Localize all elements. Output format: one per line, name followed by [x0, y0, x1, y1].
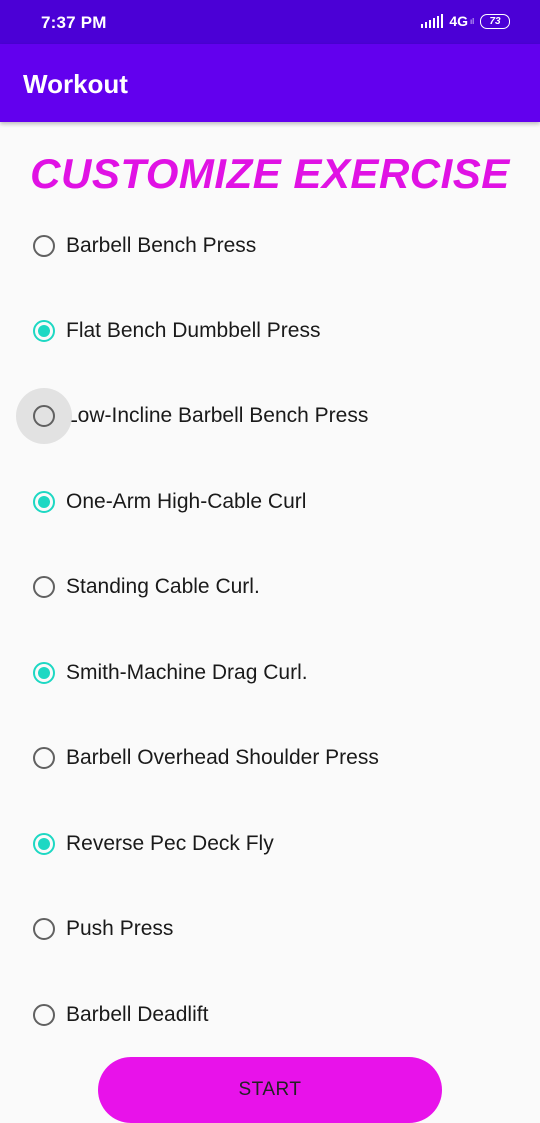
page-heading: CUSTOMIZE EXERCISE — [30, 150, 510, 197]
radio-ripple — [16, 816, 72, 872]
radio-ripple — [16, 987, 72, 1043]
radio-button-icon[interactable] — [33, 576, 55, 598]
exercise-option[interactable]: Standing Cable Curl. — [16, 559, 516, 615]
radio-button-icon[interactable] — [33, 405, 55, 427]
signal-bars-icon — [421, 14, 444, 28]
exercise-option-label: Barbell Deadlift — [66, 1003, 209, 1026]
radio-ripple — [16, 730, 72, 786]
exercise-option[interactable]: Barbell Deadlift — [16, 987, 516, 1043]
radio-ripple — [16, 218, 72, 274]
exercise-option-label: Low-Incline Barbell Bench Press — [66, 404, 369, 427]
radio-button-icon[interactable] — [33, 1004, 55, 1026]
radio-ripple — [16, 303, 72, 359]
network-activity-indicator: ıl — [470, 16, 474, 26]
exercise-option-label: Flat Bench Dumbbell Press — [66, 319, 321, 342]
exercise-option[interactable]: Flat Bench Dumbbell Press — [16, 303, 516, 359]
exercise-option[interactable]: Low-Incline Barbell Bench Press — [16, 388, 516, 444]
radio-ripple — [16, 559, 72, 615]
radio-button-icon[interactable] — [33, 662, 55, 684]
status-indicators: 4G ıl 73 — [421, 13, 510, 29]
network-type-label: 4G — [449, 13, 468, 29]
app-title: Workout — [23, 69, 128, 99]
exercise-option-label: Barbell Bench Press — [66, 234, 257, 257]
exercise-option-label: Reverse Pec Deck Fly — [66, 832, 274, 855]
radio-button-icon[interactable] — [33, 320, 55, 342]
exercise-option[interactable]: One-Arm High-Cable Curl — [16, 474, 516, 530]
radio-ripple — [16, 474, 72, 530]
radio-ripple — [16, 388, 72, 444]
exercise-option-label: Standing Cable Curl. — [66, 575, 260, 598]
battery-level: 73 — [489, 15, 501, 27]
radio-button-icon[interactable] — [33, 747, 55, 769]
radio-button-icon[interactable] — [33, 918, 55, 940]
exercise-option[interactable]: Smith-Machine Drag Curl. — [16, 645, 516, 701]
exercise-option[interactable]: Barbell Overhead Shoulder Press — [16, 730, 516, 786]
app-bar: Workout — [0, 44, 540, 122]
radio-button-icon[interactable] — [33, 235, 55, 257]
exercise-option[interactable]: Barbell Bench Press — [16, 218, 516, 274]
status-time: 7:37 PM — [41, 13, 107, 32]
radio-button-icon[interactable] — [33, 491, 55, 513]
exercise-option-label: Push Press — [66, 917, 174, 940]
status-bar: 7:37 PM 4G ıl 73 — [0, 0, 540, 44]
exercise-option-label: Smith-Machine Drag Curl. — [66, 661, 308, 684]
exercise-option-label: Barbell Overhead Shoulder Press — [66, 746, 379, 769]
exercise-option[interactable]: Reverse Pec Deck Fly — [16, 816, 516, 872]
start-button[interactable]: START — [98, 1057, 442, 1123]
exercise-option-label: One-Arm High-Cable Curl — [66, 490, 307, 513]
battery-icon: 73 — [480, 13, 510, 29]
radio-ripple — [16, 645, 72, 701]
radio-ripple — [16, 901, 72, 957]
exercise-option[interactable]: Push Press — [16, 901, 516, 957]
radio-button-icon[interactable] — [33, 833, 55, 855]
